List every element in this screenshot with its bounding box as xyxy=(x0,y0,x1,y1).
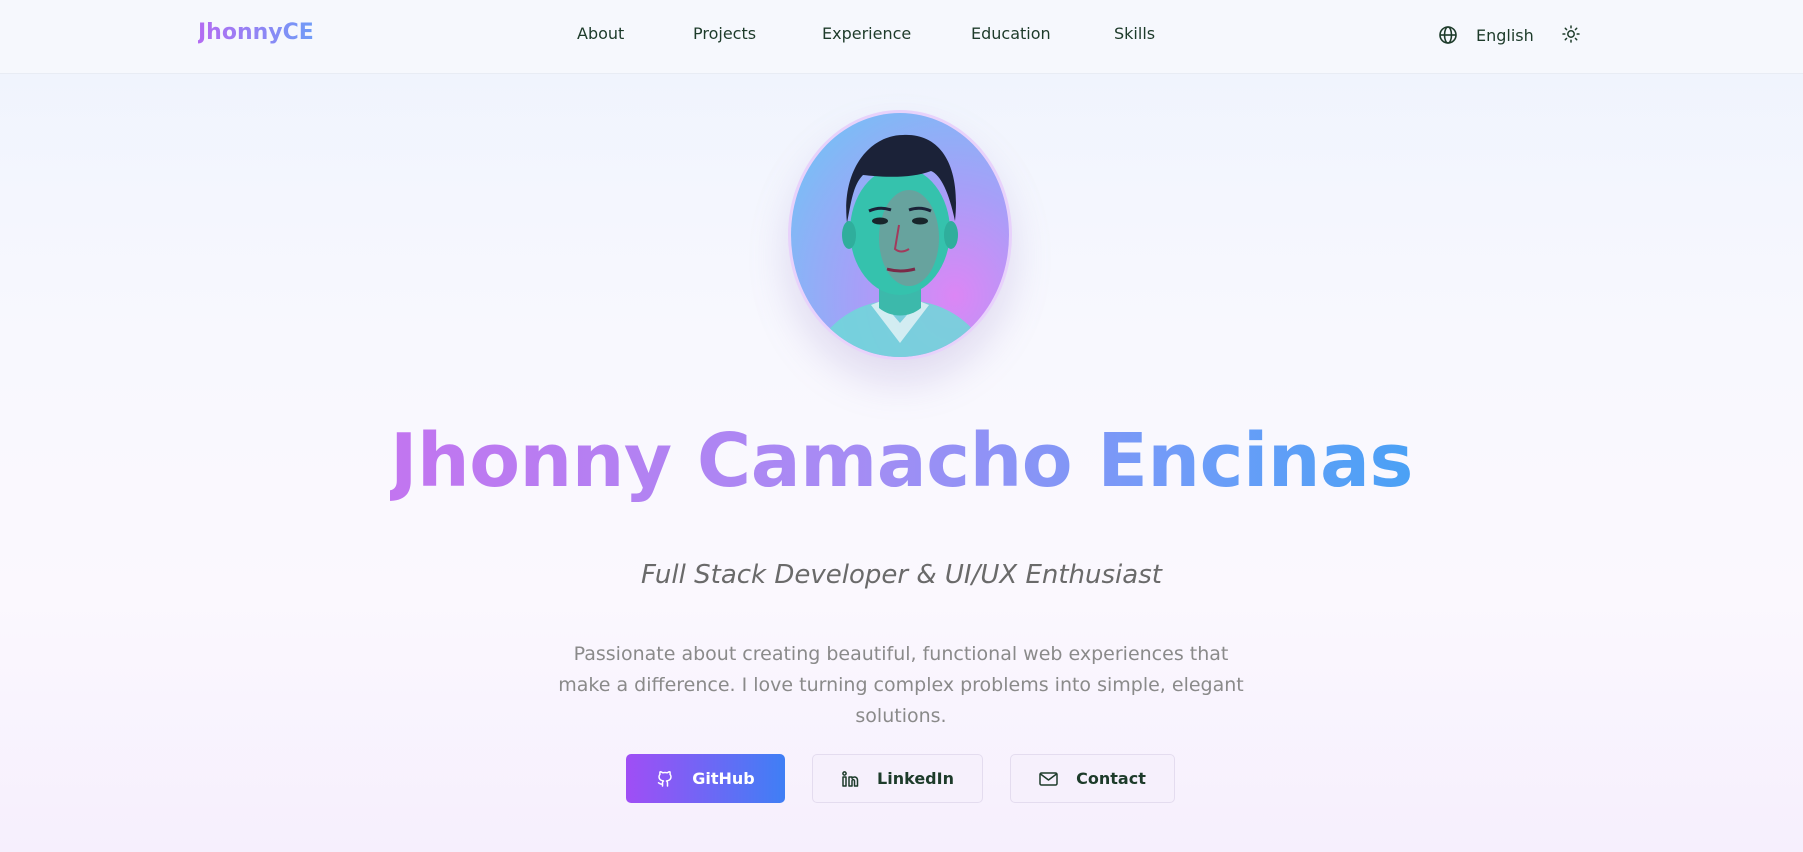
profile-avatar xyxy=(788,110,1012,360)
hero-name: Jhonny Camacho Encinas xyxy=(390,418,1413,504)
linkedin-icon xyxy=(841,770,859,788)
sun-icon xyxy=(1562,25,1580,43)
globe-icon xyxy=(1438,25,1458,45)
hero-role: Full Stack Developer & UI/UX Enthusiast xyxy=(641,560,1162,590)
nav-link-skills[interactable]: Skills xyxy=(1114,24,1155,43)
github-button[interactable]: GitHub xyxy=(626,754,785,803)
contact-button-label: Contact xyxy=(1076,769,1146,788)
navbar: JhonnyCE About Projects Experience Educa… xyxy=(0,0,1803,74)
theme-toggle[interactable] xyxy=(1560,23,1582,45)
github-icon xyxy=(656,770,674,788)
nav-link-education[interactable]: Education xyxy=(971,24,1051,43)
contact-button[interactable]: Contact xyxy=(1010,754,1175,803)
hero-description: Passionate about creating beautiful, fun… xyxy=(558,643,1244,727)
language-label: English xyxy=(1476,25,1534,45)
nav-link-projects[interactable]: Projects xyxy=(693,24,756,43)
profile-photo xyxy=(791,113,1009,357)
mail-icon xyxy=(1039,771,1058,787)
site-logo[interactable]: JhonnyCE xyxy=(198,20,314,45)
linkedin-button[interactable]: LinkedIn xyxy=(812,754,983,803)
linkedin-button-label: LinkedIn xyxy=(877,769,954,788)
nav-link-experience[interactable]: Experience xyxy=(822,24,911,43)
github-button-label: GitHub xyxy=(692,769,755,788)
nav-link-about[interactable]: About xyxy=(577,24,624,43)
language-selector[interactable]: English xyxy=(1438,23,1534,47)
